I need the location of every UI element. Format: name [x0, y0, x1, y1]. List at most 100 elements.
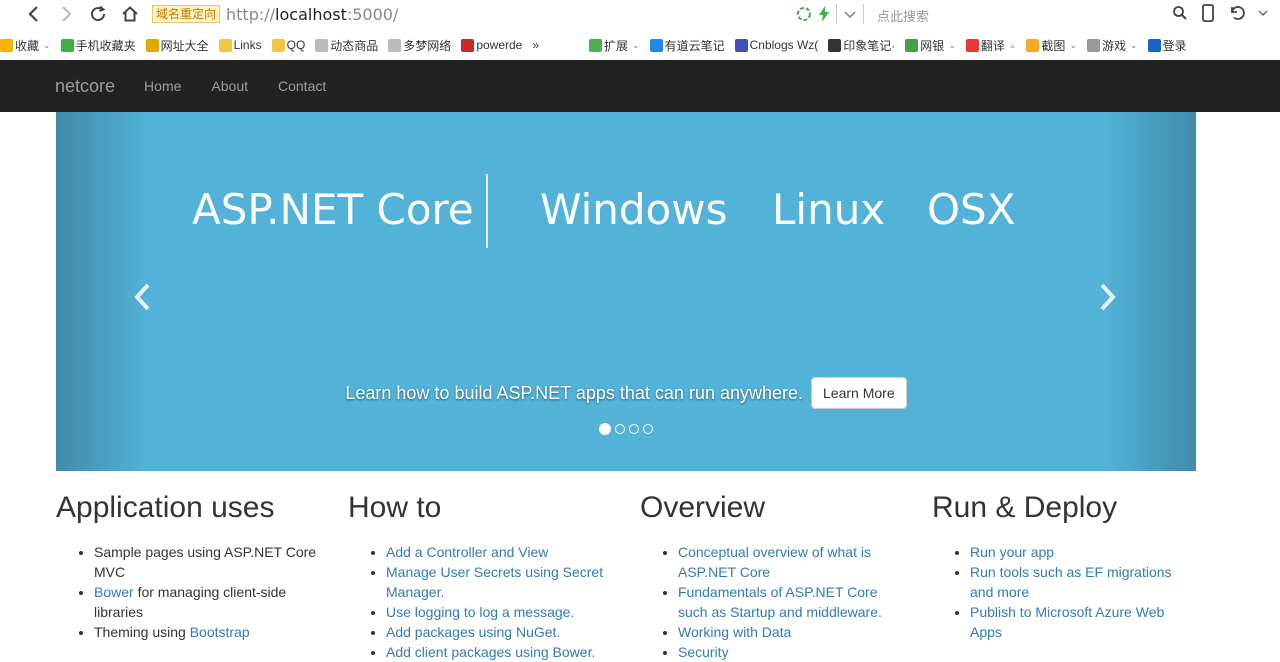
- list-item: Theming using Bootstrap: [94, 622, 319, 642]
- bookmark-item[interactable]: 多梦网络: [388, 37, 451, 54]
- bookmark-label: 网址大全: [160, 38, 209, 53]
- chevron-down-icon[interactable]: [1258, 8, 1268, 18]
- carousel-indicator[interactable]: [643, 424, 653, 434]
- nav-link-home[interactable]: Home: [129, 78, 196, 94]
- list-link[interactable]: Run your app: [970, 544, 1054, 560]
- chevron-down-icon[interactable]: ⌄: [43, 40, 51, 51]
- bookmark-item[interactable]: 收藏 ⌄: [0, 37, 51, 54]
- folder-icon: [271, 38, 285, 52]
- list-text: Theming using: [94, 624, 190, 640]
- list-link[interactable]: Publish to Microsoft Azure Web Apps: [970, 604, 1164, 640]
- site-brand[interactable]: netcore: [55, 76, 115, 97]
- nav-link-about[interactable]: About: [196, 78, 263, 94]
- chevron-down-icon[interactable]: ⌄: [1130, 40, 1138, 51]
- url-host: localhost: [275, 4, 347, 24]
- list-link[interactable]: Security: [678, 644, 729, 660]
- chevron-down-icon[interactable]: ⌄: [948, 40, 956, 51]
- bookmark-item[interactable]: 翻译 ⌄: [965, 37, 1017, 54]
- undo-icon[interactable]: [1228, 4, 1246, 22]
- search-icon: [1147, 38, 1161, 52]
- bookmarks-bar: 收藏 ⌄ 手机收藏夹 网址大全 Links QQ 动态商品 多梦网络 powerde» 扩展 ⌄ 有道…: [0, 30, 1280, 61]
- bookmark-item[interactable]: 动态商品: [315, 37, 378, 54]
- list-link[interactable]: Bower: [94, 584, 134, 600]
- bookmark-label: Links: [233, 38, 262, 52]
- redirect-badge[interactable]: 域名重定向: [152, 5, 221, 23]
- list-link[interactable]: Fundamentals of ASP.NET Core such as Sta…: [678, 584, 882, 620]
- nav-link-contact[interactable]: Contact: [263, 78, 341, 94]
- carousel-indicator[interactable]: [599, 423, 611, 435]
- column-heading: Run & Deploy: [932, 491, 1118, 524]
- list-link[interactable]: Add client packages using Bower.: [386, 644, 595, 660]
- list-item: Run your app: [970, 542, 1195, 562]
- bookmark-item[interactable]: powerde: [461, 38, 522, 52]
- home-button[interactable]: [114, 0, 146, 28]
- bookmark-label: 游戏: [1101, 38, 1126, 53]
- app-icon: [461, 38, 475, 52]
- bookmark-item[interactable]: 截图 ⌄: [1026, 37, 1077, 54]
- bookmark-label: 收藏: [15, 38, 40, 53]
- hero-word-osx: OSX: [927, 185, 1016, 234]
- search-icon[interactable]: [1172, 5, 1188, 21]
- bookmark-item[interactable]: 有道云笔记: [649, 37, 725, 54]
- address-bar[interactable]: http://localhost:5000/: [226, 5, 398, 24]
- list-link[interactable]: Conceptual overview of what is ASP.NET C…: [678, 544, 871, 580]
- list-item: Bower for managing client-side libraries: [94, 582, 319, 622]
- list-link[interactable]: Manage User Secrets using Secret Manager…: [386, 564, 603, 600]
- bookmark-item[interactable]: Links: [218, 38, 262, 52]
- learn-more-button[interactable]: Learn More: [811, 377, 907, 409]
- bookmark-item[interactable]: 手机收藏夹: [60, 37, 136, 54]
- mobile-icon[interactable]: [1200, 4, 1216, 22]
- carousel-next-button[interactable]: [1096, 282, 1118, 321]
- bookmark-item[interactable]: »: [532, 38, 539, 52]
- column-list: Add a Controller and View Manage User Sec…: [348, 542, 640, 662]
- chevron-down-icon[interactable]: ⌄: [1009, 40, 1017, 51]
- list-item: Add packages using NuGet.: [386, 622, 611, 642]
- bookmark-item[interactable]: Cnblogs Wz(: [734, 38, 819, 52]
- forward-button[interactable]: [50, 0, 82, 28]
- security-check-icon[interactable]: [796, 6, 812, 22]
- carousel-prev-button[interactable]: [132, 282, 154, 321]
- list-item: Security: [678, 642, 903, 662]
- lightning-icon[interactable]: [818, 6, 830, 22]
- forward-arrow-icon: [62, 6, 72, 22]
- carousel-indicator[interactable]: [629, 424, 639, 434]
- note-icon: [649, 38, 663, 52]
- list-text: Sample pages using ASP.NET Core MVC: [94, 544, 317, 580]
- chevron-down-icon[interactable]: ⌄: [632, 40, 640, 51]
- bookmark-label: 手机收藏夹: [75, 38, 136, 53]
- search-input[interactable]: 点此搜索: [877, 6, 929, 25]
- chevron-down-icon[interactable]: [843, 7, 857, 21]
- list-link[interactable]: Add packages using NuGet.: [386, 624, 560, 640]
- reload-button[interactable]: [82, 0, 114, 28]
- chevron-down-icon[interactable]: ⌄: [1069, 40, 1077, 51]
- bookmark-label: Cnblogs Wz(: [749, 38, 819, 52]
- bookmark-label: 扩展: [604, 38, 629, 53]
- bookmark-item[interactable]: QQ: [271, 38, 305, 52]
- bookmark-item[interactable]: 网址大全: [145, 37, 209, 54]
- bookmark-item[interactable]: 印象笔记·: [828, 37, 895, 54]
- bookmark-label: 登录: [1162, 38, 1187, 53]
- content-column: Run & Deploy Run your app Run tools such a…: [932, 488, 1224, 642]
- list-item: Manage User Secrets using Secret Manager…: [386, 562, 611, 602]
- list-link[interactable]: Add a Controller and View: [386, 544, 548, 560]
- url-prefix: http://: [226, 4, 276, 24]
- column-heading: How to: [348, 491, 442, 524]
- bookmark-item[interactable]: 网银 ⌄: [905, 37, 956, 54]
- bookmark-item[interactable]: 登录: [1147, 37, 1187, 54]
- list-item: Run tools such as EF migrations and more: [970, 562, 1195, 602]
- back-button[interactable]: [18, 0, 50, 28]
- globe-icon: [145, 38, 159, 52]
- list-item: Use logging to log a message.: [386, 602, 611, 622]
- bookmark-label: »: [532, 38, 540, 52]
- list-link[interactable]: Working with Data: [678, 624, 791, 640]
- content-columns: Application uses Sample pages using ASP.N…: [56, 488, 1226, 660]
- bookmark-item[interactable]: 游戏 ⌄: [1086, 37, 1138, 54]
- hero-carousel: ASP.NET Core Windows Linux OSX Learn how…: [56, 112, 1196, 471]
- list-link[interactable]: Run tools such as EF migrations and more: [970, 564, 1172, 600]
- carousel-indicator[interactable]: [615, 424, 625, 434]
- list-link[interactable]: Bootstrap: [190, 624, 250, 640]
- bookmark-item[interactable]: 扩展 ⌄: [589, 37, 640, 54]
- list-item: Conceptual overview of what is ASP.NET C…: [678, 542, 903, 582]
- list-link[interactable]: Use logging to log a message.: [386, 604, 574, 620]
- toolbar-right: [1172, 4, 1268, 22]
